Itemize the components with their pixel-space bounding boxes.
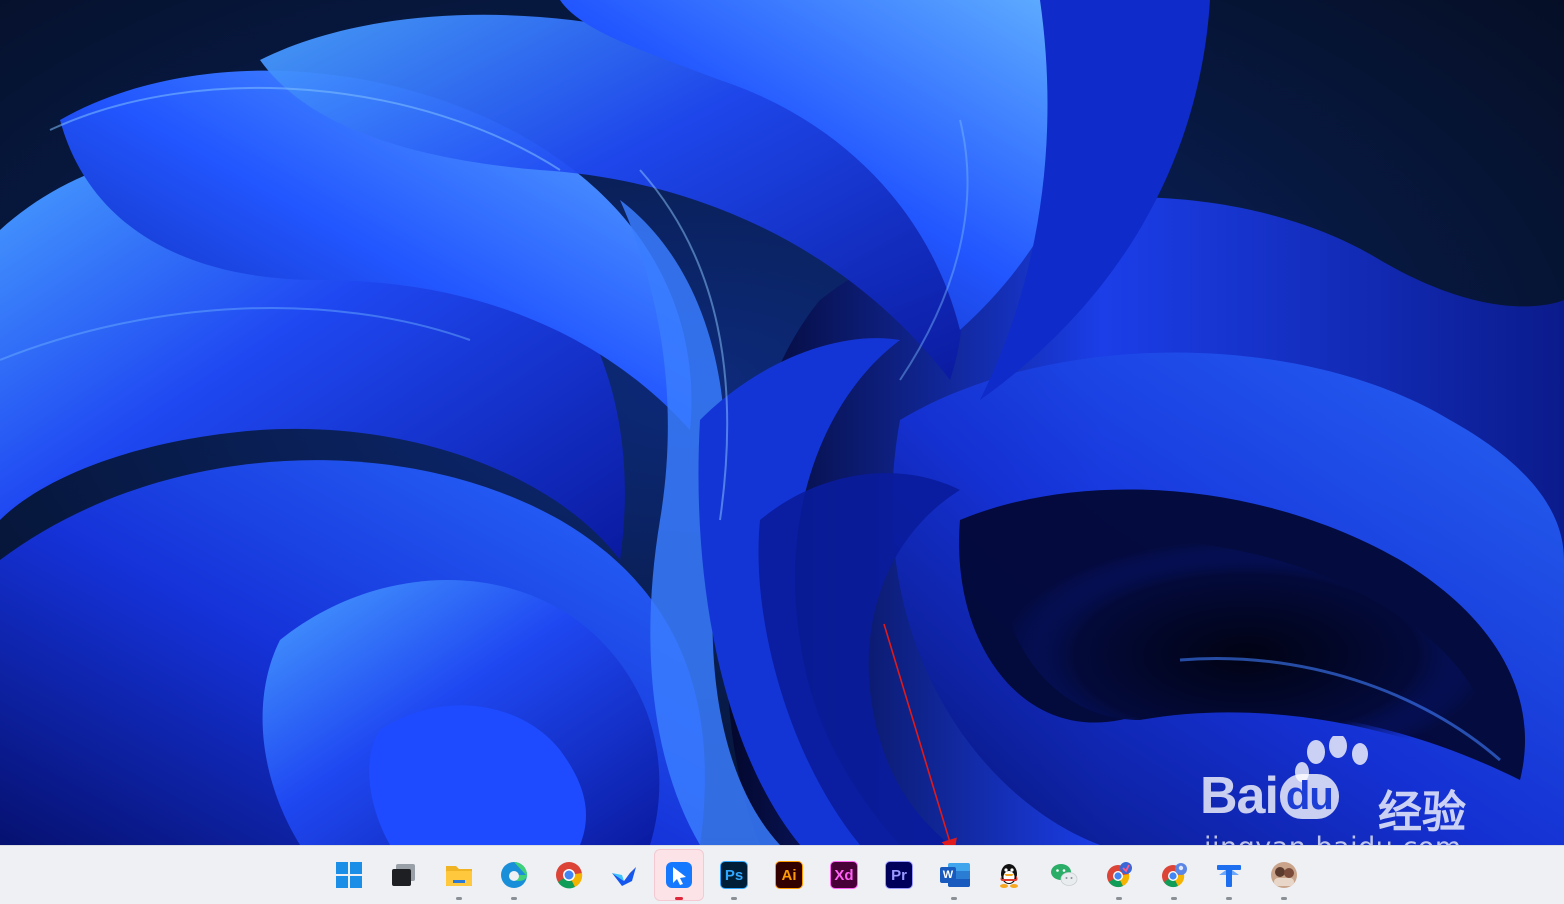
taskbar-photoshop-button[interactable]: Ps <box>710 850 758 900</box>
premiere-icon: Pr <box>885 861 913 889</box>
taskbar-pin-app-button[interactable] <box>1205 850 1253 900</box>
taskbar-chrome-profile-1-button[interactable] <box>1095 850 1143 900</box>
taskbar-qq-button[interactable] <box>985 850 1033 900</box>
taskbar-start-button[interactable] <box>325 850 373 900</box>
running-indicator <box>1226 897 1232 900</box>
word-letter-badge: W <box>940 867 956 883</box>
xd-icon: Xd <box>830 861 858 889</box>
edge-icon <box>501 862 527 888</box>
bloom-wallpaper-art <box>0 0 1564 845</box>
chrome-icon <box>556 862 583 889</box>
wechat-icon <box>1051 864 1078 886</box>
running-indicator <box>951 897 957 900</box>
taskbar-edge-button[interactable] <box>490 850 538 900</box>
taskbar-premiere-button[interactable]: Pr <box>875 850 923 900</box>
running-indicator <box>1171 897 1177 900</box>
desktop-wallpaper <box>0 0 1564 845</box>
task-view-icon <box>392 864 415 886</box>
pin-app-icon <box>1217 865 1241 887</box>
taskbar-word-button[interactable]: W <box>930 850 978 900</box>
word-icon: W <box>940 861 970 889</box>
taskbar-user-app-button[interactable] <box>1260 850 1308 900</box>
chrome-profile-icon <box>1107 862 1132 888</box>
taskbar: Ps Ai Xd Pr W <box>0 845 1564 904</box>
bird-app-icon <box>612 867 636 886</box>
qq-penguin-icon <box>1000 864 1018 888</box>
running-indicator <box>675 897 683 900</box>
taskbar-chrome-button[interactable] <box>545 850 593 900</box>
running-indicator <box>1116 897 1122 900</box>
chrome-profile-icon <box>1162 863 1187 888</box>
avatar-icon <box>1271 862 1297 888</box>
taskbar-active-app-button[interactable] <box>654 849 704 901</box>
blue-arrow-app-icon <box>666 862 692 888</box>
watermark-logo-suffix: 经验 <box>1378 787 1466 838</box>
taskbar-chrome-profile-2-button[interactable] <box>1150 850 1198 900</box>
illustrator-icon: Ai <box>775 861 803 889</box>
running-indicator <box>731 897 737 900</box>
taskbar-xd-button[interactable]: Xd <box>820 850 868 900</box>
folder-icon <box>446 866 472 886</box>
photoshop-icon: Ps <box>720 861 748 889</box>
running-indicator <box>456 897 462 900</box>
taskbar-file-explorer-button[interactable] <box>435 850 483 900</box>
taskbar-illustrator-button[interactable]: Ai <box>765 850 813 900</box>
windows-start-icon <box>336 862 362 888</box>
taskbar-task-view-button[interactable] <box>380 850 428 900</box>
running-indicator <box>1281 897 1287 900</box>
taskbar-feishu-button[interactable] <box>600 850 648 900</box>
taskbar-wechat-button[interactable] <box>1040 850 1088 900</box>
watermark-logo: Bai du <box>1200 766 1339 826</box>
running-indicator <box>511 897 517 900</box>
